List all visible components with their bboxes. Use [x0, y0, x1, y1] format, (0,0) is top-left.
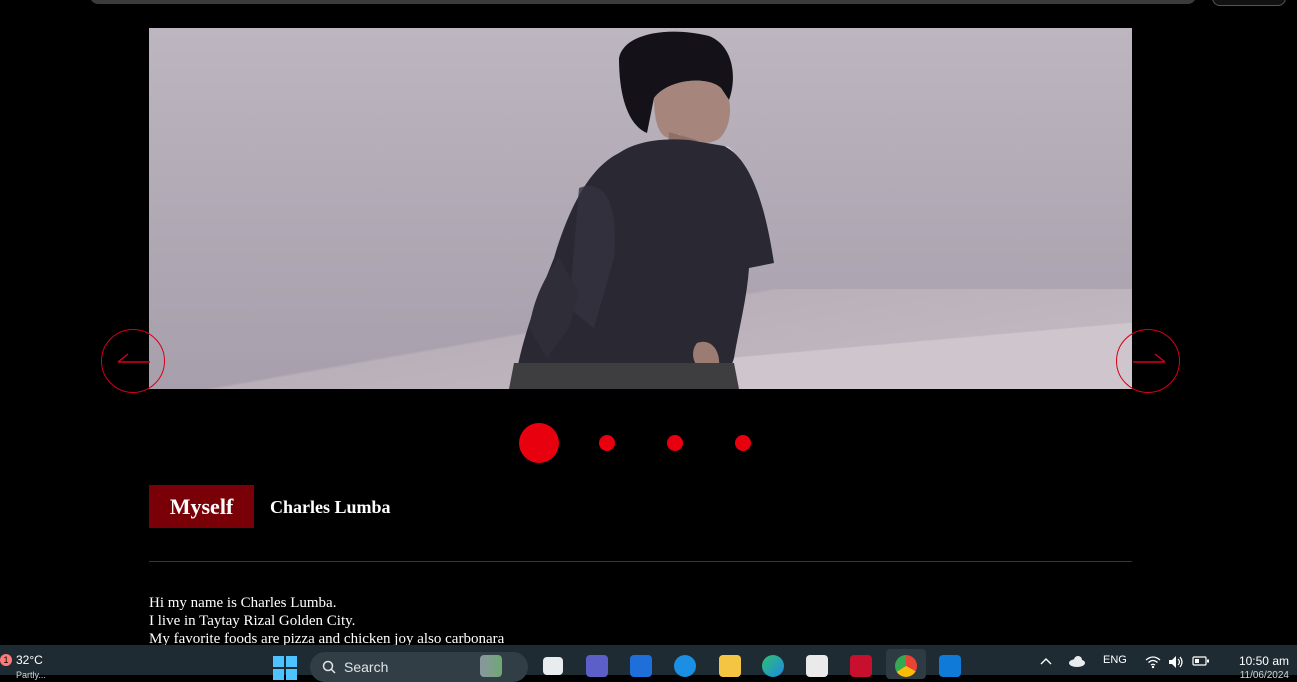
arrow-right-icon — [1133, 353, 1166, 363]
weather-condition: Partly... — [16, 670, 46, 680]
language-code: ENG — [1103, 654, 1127, 666]
task-view-icon[interactable] — [543, 657, 563, 675]
clock-date: 11/06/2024 — [1239, 670, 1289, 681]
search-icon — [322, 660, 336, 674]
onedrive-cloud-icon[interactable] — [1068, 655, 1086, 667]
browser-address-bar-edge — [90, 0, 1196, 4]
windows-taskbar: 1 32°C Partly... Search ENG 10:50 am 11/… — [0, 645, 1297, 682]
help-icon[interactable] — [674, 655, 696, 677]
slideshow-dots — [0, 422, 1297, 464]
chrome-icon[interactable] — [895, 655, 917, 677]
battery-icon[interactable] — [1192, 655, 1210, 667]
slide-dot-3[interactable] — [667, 435, 683, 451]
clock-time: 10:50 am — [1238, 654, 1289, 668]
section-divider — [149, 561, 1132, 562]
slideshow-next-button[interactable] — [1116, 329, 1180, 393]
slideshow-image — [149, 28, 1132, 389]
chevron-up-icon[interactable] — [1040, 655, 1052, 667]
edge-icon[interactable] — [762, 655, 784, 677]
weather-alert-badge: 1 — [0, 654, 12, 666]
section-badge: Myself — [149, 485, 254, 528]
arrow-left-icon — [117, 353, 150, 363]
mcafee-icon[interactable] — [850, 655, 872, 677]
slideshow-prev-button[interactable] — [101, 329, 165, 393]
store-icon[interactable] — [806, 655, 828, 677]
wifi-icon[interactable] — [1145, 655, 1161, 669]
browser-button-edge[interactable] — [1212, 0, 1286, 6]
bio-line: I live in Taytay Rizal Golden City. — [149, 613, 356, 629]
language-indicator[interactable]: ENG — [1103, 654, 1127, 666]
weather-widget[interactable]: 1 32°C — [0, 653, 43, 667]
vscode-icon[interactable] — [939, 655, 961, 677]
weather-temperature: 32°C — [16, 653, 43, 667]
teams-icon[interactable] — [586, 655, 608, 677]
bio-line: Hi my name is Charles Lumba. — [149, 595, 337, 611]
myhp-icon[interactable] — [630, 655, 652, 677]
person-figure — [509, 31, 774, 389]
slide-dot-4[interactable] — [735, 435, 751, 451]
slide-dot-1[interactable] — [519, 423, 559, 463]
windows-start-icon[interactable] — [273, 656, 297, 680]
file-explorer-icon[interactable] — [719, 655, 741, 677]
bio-text: Hi my name is Charles Lumba. I live in T… — [149, 594, 504, 648]
volume-icon[interactable] — [1168, 655, 1184, 669]
slide-dot-2[interactable] — [599, 435, 615, 451]
system-clock[interactable]: 10:50 am 11/06/2024 — [1239, 654, 1289, 681]
search-placeholder: Search — [344, 659, 389, 675]
widgets-icon[interactable] — [480, 655, 502, 677]
author-name: Charles Lumba — [270, 497, 391, 517]
